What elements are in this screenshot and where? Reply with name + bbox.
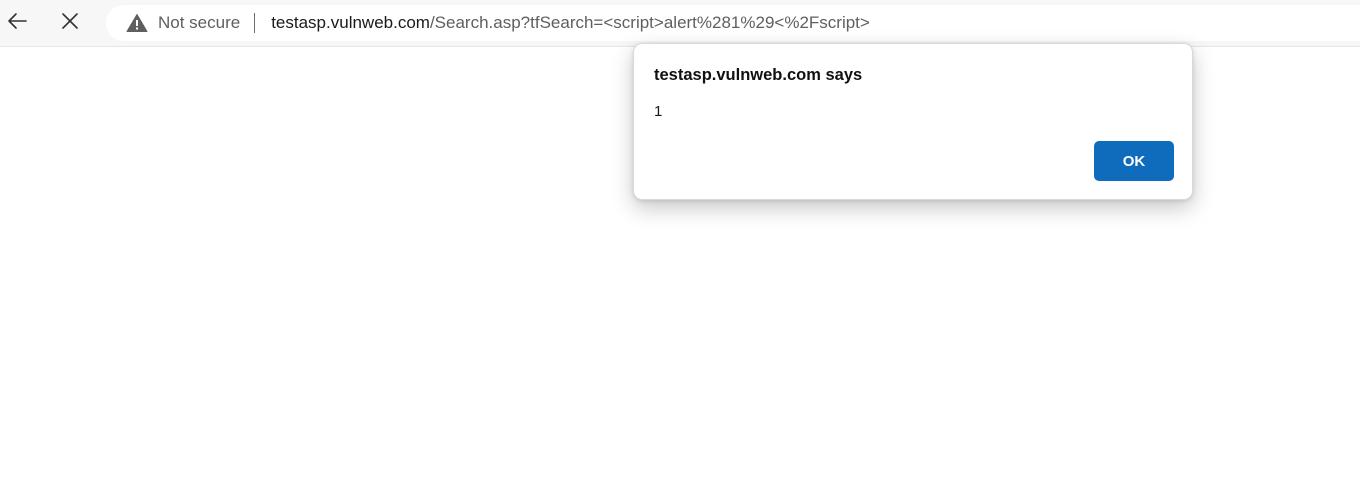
ok-button[interactable]: OK [1094,141,1174,181]
url-host: testasp.vulnweb.com [271,13,430,32]
back-button[interactable] [0,6,34,40]
dialog-title: testasp.vulnweb.com says [654,66,863,84]
alert-dialog: testasp.vulnweb.com says 1 OK [633,43,1193,200]
arrow-left-icon [6,11,28,36]
address-divider [254,13,256,33]
security-status-label[interactable]: Not secure [158,13,240,33]
stop-loading-button[interactable] [53,6,87,40]
url-path: /Search.asp?tfSearch=<script>alert%281%2… [429,13,870,32]
close-icon [61,12,79,35]
dialog-message: 1 [654,103,663,120]
url-text[interactable]: testasp.vulnweb.com/Search.asp?tfSearch=… [271,13,870,33]
warning-triangle-icon[interactable] [126,13,148,33]
browser-toolbar: Not secure testasp.vulnweb.com/Search.as… [0,0,1360,47]
address-bar[interactable]: Not secure testasp.vulnweb.com/Search.as… [106,5,1360,41]
